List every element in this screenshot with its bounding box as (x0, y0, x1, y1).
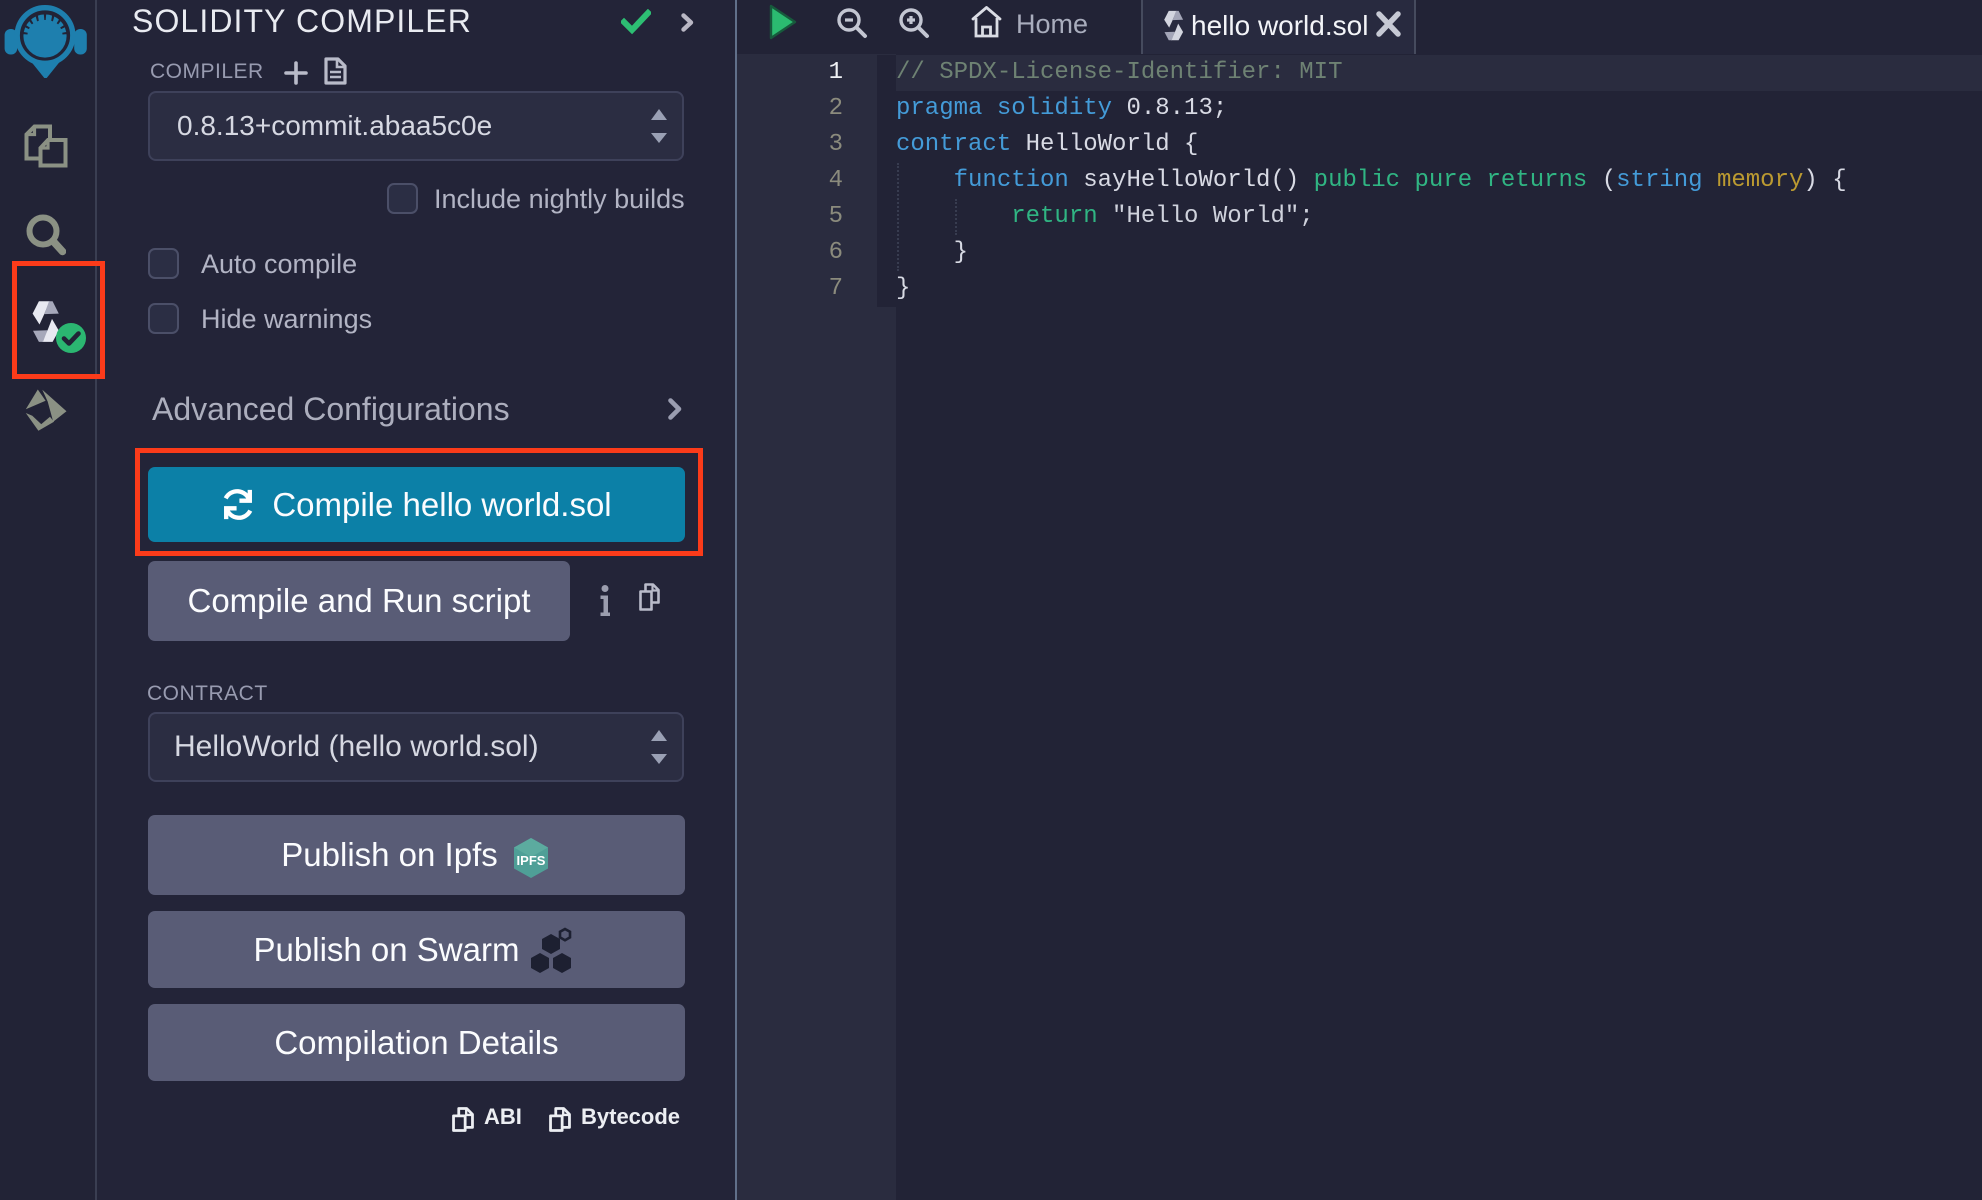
svg-text:IPFS: IPFS (517, 853, 546, 868)
